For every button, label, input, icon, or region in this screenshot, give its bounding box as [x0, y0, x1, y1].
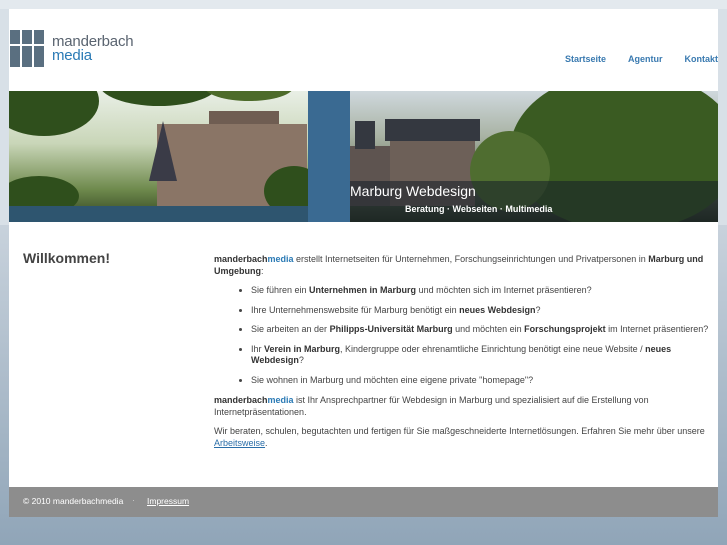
banner-blue-divider — [308, 91, 350, 222]
list-item: Sie arbeiten an der Philipps-Universität… — [251, 324, 710, 336]
main-content: manderbachmedia erstellt Internetseiten … — [214, 254, 710, 457]
brand-name: manderbachmedia — [214, 395, 294, 405]
main-nav: Startseite Agentur Kontakt — [565, 54, 718, 64]
nav-kontakt[interactable]: Kontakt — [685, 54, 719, 64]
services-paragraph: Wir beraten, schulen, begutachten und fe… — [214, 426, 705, 448]
banner-title: Marburg Webdesign — [350, 183, 476, 199]
header-banner: Marburg Webdesign Beratung · Webseiten ·… — [9, 91, 718, 222]
nav-agentur[interactable]: Agentur — [628, 54, 663, 64]
footer: © 2010 manderbachmedia · Impressum — [9, 487, 718, 517]
outro-paragraph: manderbachmedia ist Ihr Ansprechpartner … — [214, 395, 649, 417]
impressum-link[interactable]: Impressum — [147, 496, 189, 506]
logo-text: manderbach media — [52, 34, 134, 64]
logo[interactable]: manderbach media — [10, 30, 134, 67]
banner-subtitle: Beratung · Webseiten · Multimedia — [405, 204, 553, 214]
arbeitsweise-link[interactable]: Arbeitsweise — [214, 438, 265, 448]
brand-name: manderbachmedia — [214, 254, 294, 264]
banner-photo-left — [9, 91, 324, 222]
audience-list: Sie führen ein Unternehmen in Marburg un… — [214, 285, 710, 386]
page-title: Willkommen! — [23, 250, 110, 266]
list-item: Ihre Unternehmenswebsite für Marburg ben… — [251, 305, 710, 317]
list-item: Sie wohnen in Marburg und möchten eine e… — [251, 375, 710, 387]
footer-copyright: © 2010 manderbachmedia — [23, 496, 124, 506]
list-item: Sie führen ein Unternehmen in Marburg un… — [251, 285, 710, 297]
list-item: Ihr Verein in Marburg, Kindergruppe oder… — [251, 344, 710, 367]
intro-paragraph: manderbachmedia erstellt Internetseiten … — [214, 254, 704, 276]
logo-mark-icon — [10, 30, 44, 67]
footer-separator: · — [132, 495, 135, 505]
top-strip — [0, 0, 727, 9]
logo-line2: media — [52, 46, 92, 64]
nav-startseite[interactable]: Startseite — [565, 54, 606, 64]
page-container: manderbach media Startseite Agentur Kont… — [9, 9, 718, 517]
